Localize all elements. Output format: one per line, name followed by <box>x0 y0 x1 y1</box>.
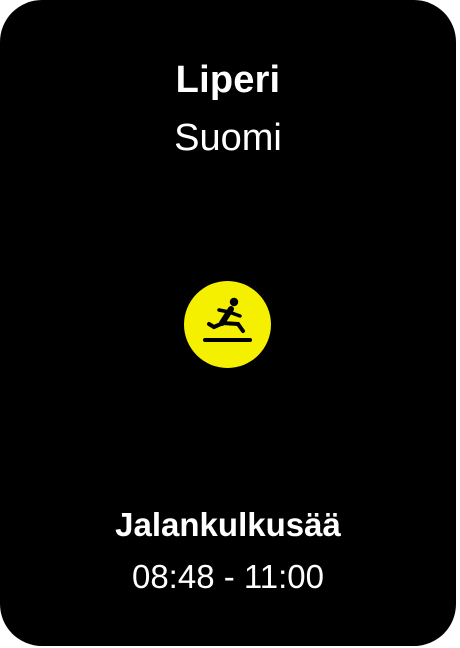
location-header: Liperi Suomi <box>0 58 456 160</box>
watch-screen: Liperi Suomi Jalankulkusää 08:48 - 11:00 <box>0 0 456 646</box>
location-name: Liperi <box>175 59 281 101</box>
location-country: Suomi <box>174 117 282 159</box>
slippery-pedestrian-icon <box>184 281 271 368</box>
slip-warning-graphic <box>184 281 271 368</box>
warning-title: Jalankulkusää <box>115 506 341 543</box>
warning-time-range: 08:48 - 11:00 <box>131 558 325 595</box>
warning-info: Jalankulkusää 08:48 - 11:00 <box>0 505 456 597</box>
